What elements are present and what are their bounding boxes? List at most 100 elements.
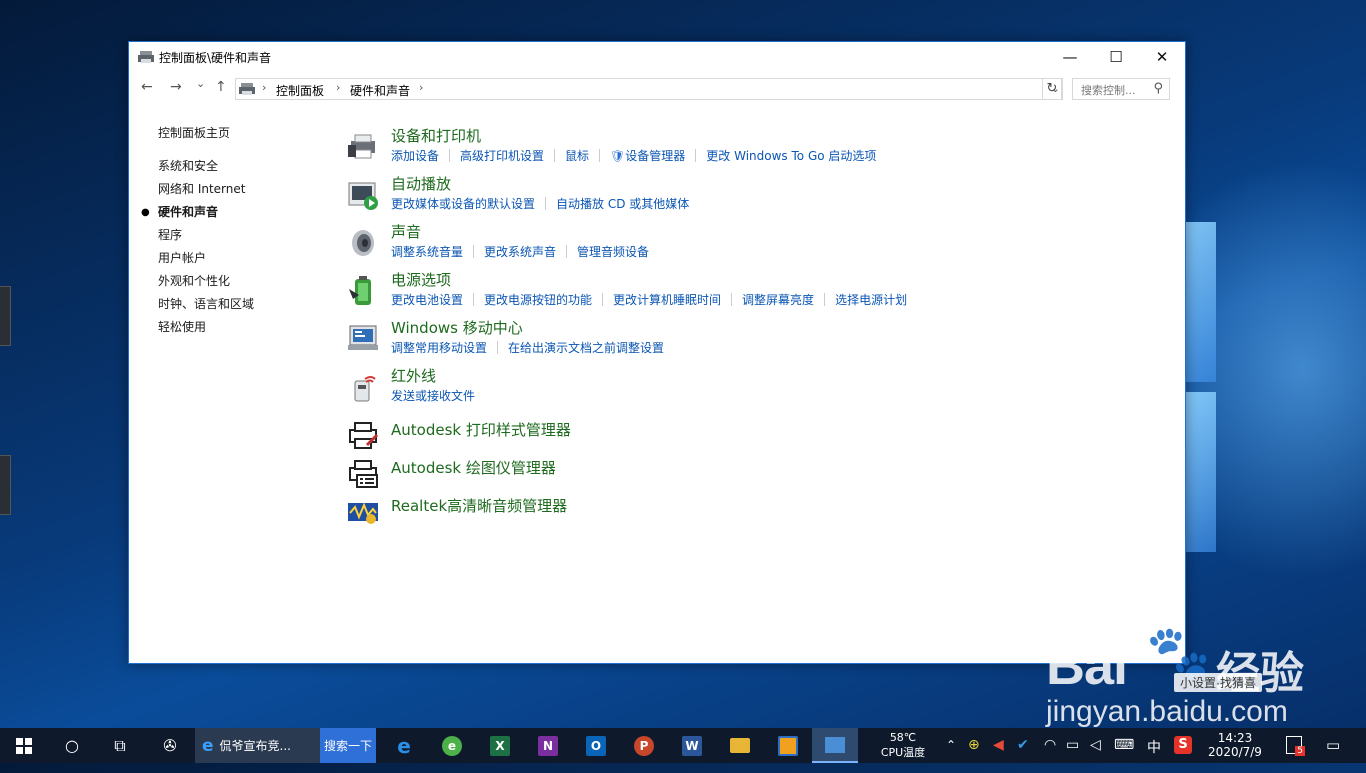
taskbar-word[interactable]: W — [676, 728, 708, 763]
ie-icon: e — [202, 735, 214, 756]
taskbar-control-panel[interactable] — [812, 728, 858, 763]
taskbar-file-explorer[interactable] — [724, 728, 756, 763]
close-button[interactable]: ✕ — [1139, 42, 1185, 72]
sidebar-item-hardware-sound[interactable]: ● 硬件和声音 — [141, 201, 254, 224]
sidebar-home-link[interactable]: 控制面板主页 — [158, 122, 254, 145]
link-divider — [449, 149, 451, 162]
category-title[interactable]: 自动播放 — [391, 173, 451, 194]
outlook-icon: O — [586, 735, 606, 756]
volume-muted-icon[interactable]: ◀ — [993, 737, 1004, 772]
circle-icon: ○ — [65, 736, 79, 755]
pinned-app-fan[interactable]: ✇ — [150, 728, 190, 763]
clock[interactable]: 14:23 2020/7/9 — [1200, 728, 1270, 763]
link-battery-settings[interactable]: 更改电池设置 — [391, 293, 463, 307]
taskbar-360-browser[interactable]: e — [436, 728, 468, 763]
security-check-icon[interactable]: ✔ — [1017, 737, 1029, 772]
sidebar-item-system-security[interactable]: 系统和安全 — [158, 155, 254, 178]
powerpoint-icon: P — [634, 735, 654, 756]
active-bullet-icon: ● — [141, 207, 150, 218]
category-title[interactable]: Windows 移动中心 — [391, 317, 523, 338]
taskbar-browser-window[interactable]: e 侃爷宣布竞... — [195, 728, 320, 763]
breadcrumb-control-panel[interactable]: 控制面板 — [276, 82, 324, 99]
link-audio-devices[interactable]: 管理音频设备 — [577, 245, 649, 259]
sidebar-item-user-accounts[interactable]: 用户帐户 — [158, 247, 254, 270]
refresh-button[interactable]: ↻ — [1042, 78, 1062, 100]
notification-center-icon[interactable]: 5 — [1286, 736, 1305, 756]
start-button[interactable] — [0, 728, 48, 763]
sidebar-item-programs[interactable]: 程序 — [158, 224, 254, 247]
link-divider — [473, 293, 475, 306]
breadcrumb-hardware-sound[interactable]: 硬件和声音 — [350, 82, 410, 99]
category-title[interactable]: 红外线 — [391, 365, 436, 386]
taskbar-excel[interactable]: X — [484, 728, 516, 763]
link-media-defaults[interactable]: 更改媒体或设备的默认设置 — [391, 197, 535, 211]
chevron-right-icon: › — [262, 81, 267, 94]
category-title[interactable]: 电源选项 — [391, 269, 451, 290]
taskbar-edge[interactable]: e — [388, 728, 420, 763]
link-power-button[interactable]: 更改电源按钮的功能 — [484, 293, 592, 307]
sidebar-item-label: 硬件和声音 — [158, 205, 219, 219]
speaker-tray-icon[interactable]: ◁ — [1090, 737, 1101, 772]
show-hidden-icons[interactable]: ⌃ — [946, 738, 956, 773]
task-view-button[interactable]: ⧉ — [100, 728, 140, 763]
sogou-icon[interactable]: S — [1174, 736, 1192, 754]
taskbar-outlook[interactable]: O — [580, 728, 612, 763]
cpu-temperature[interactable]: 58℃ CPU温度 — [870, 728, 936, 763]
print-style-icon — [349, 422, 379, 449]
recent-locations-icon[interactable]: ⌄ — [196, 77, 205, 90]
link-mobility-settings[interactable]: 调整常用移动设置 — [391, 341, 487, 355]
category-title[interactable]: Autodesk 打印样式管理器 — [391, 419, 571, 440]
wifi-icon[interactable]: ◠ — [1044, 737, 1056, 772]
battery-tray-icon[interactable]: ▭ — [1066, 737, 1079, 772]
forward-arrow-icon[interactable]: → — [170, 79, 182, 95]
category-title[interactable]: Autodesk 绘图仪管理器 — [391, 457, 556, 478]
link-brightness[interactable]: 调整屏幕亮度 — [742, 293, 814, 307]
category-title[interactable]: 声音 — [391, 221, 421, 242]
link-windows-to-go[interactable]: 更改 Windows To Go 启动选项 — [706, 149, 876, 163]
search-input[interactable]: 搜索控制... ⚲ — [1072, 78, 1170, 100]
link-sleep-time[interactable]: 更改计算机睡眠时间 — [613, 293, 721, 307]
onenote-icon: N — [538, 735, 558, 756]
up-arrow-icon[interactable]: ↑ — [215, 79, 227, 95]
link-mouse[interactable]: 鼠标 — [565, 149, 589, 163]
clock-date: 2020/7/9 — [1208, 745, 1262, 759]
link-autoplay-cd[interactable]: 自动播放 CD 或其他媒体 — [556, 197, 689, 211]
chevron-right-icon[interactable]: › — [336, 81, 340, 94]
tray-plus-icon[interactable]: ⊕ — [968, 737, 980, 772]
action-center-icon[interactable]: ▭ — [1326, 736, 1340, 771]
sidebar-item-appearance[interactable]: 外观和个性化 — [158, 270, 254, 293]
chevron-right-icon[interactable]: › — [419, 81, 423, 94]
taskbar-search-button[interactable]: 搜索一下 — [320, 728, 376, 763]
link-add-device[interactable]: 添加设备 — [391, 149, 439, 163]
realtek-audio-icon — [348, 502, 378, 524]
sidebar-item-clock-region[interactable]: 时钟、语言和区域 — [158, 293, 254, 316]
link-divider — [731, 293, 733, 306]
maximize-button[interactable]: ☐ — [1093, 42, 1139, 72]
search-icon[interactable]: ⚲ — [1153, 81, 1163, 96]
link-system-volume[interactable]: 调整系统音量 — [391, 245, 463, 259]
link-advanced-printer[interactable]: 高级打印机设置 — [460, 149, 544, 163]
link-device-manager[interactable]: 设备管理器 — [625, 149, 685, 163]
link-system-sounds[interactable]: 更改系统声音 — [484, 245, 556, 259]
taskbar-onenote[interactable]: N — [532, 728, 564, 763]
address-bar[interactable]: › 控制面板 › 硬件和声音 › ⌄ — [235, 78, 1063, 100]
desktop-gadget[interactable] — [0, 455, 11, 515]
link-send-receive-files[interactable]: 发送或接收文件 — [391, 389, 475, 403]
taskbar-app-hex[interactable] — [772, 728, 804, 763]
title-bar[interactable]: 控制面板\硬件和声音 — ☐ ✕ — [129, 42, 1185, 72]
category-title[interactable]: 设备和打印机 — [391, 125, 481, 146]
link-presentation-settings[interactable]: 在给出演示文档之前调整设置 — [508, 341, 664, 355]
back-arrow-icon[interactable]: ← — [141, 79, 153, 95]
sidebar: 控制面板主页 系统和安全 网络和 Internet ● 硬件和声音 程序 用户帐户… — [141, 122, 254, 339]
keyboard-icon[interactable]: ⌨ — [1114, 737, 1134, 772]
link-power-plan[interactable]: 选择电源计划 — [835, 293, 907, 307]
cortana-search-button[interactable]: ○ — [52, 728, 92, 763]
category-title[interactable]: Realtek高清晰音频管理器 — [391, 495, 567, 516]
ime-indicator[interactable]: 中 — [1147, 737, 1161, 772]
minimize-button[interactable]: — — [1047, 42, 1093, 72]
taskbar-powerpoint[interactable]: P — [628, 728, 660, 763]
watermark-brand: Bai — [1046, 636, 1128, 696]
desktop-gadget[interactable] — [0, 286, 11, 346]
sidebar-item-ease-of-access[interactable]: 轻松使用 — [158, 316, 254, 339]
sidebar-item-network[interactable]: 网络和 Internet — [158, 178, 254, 201]
